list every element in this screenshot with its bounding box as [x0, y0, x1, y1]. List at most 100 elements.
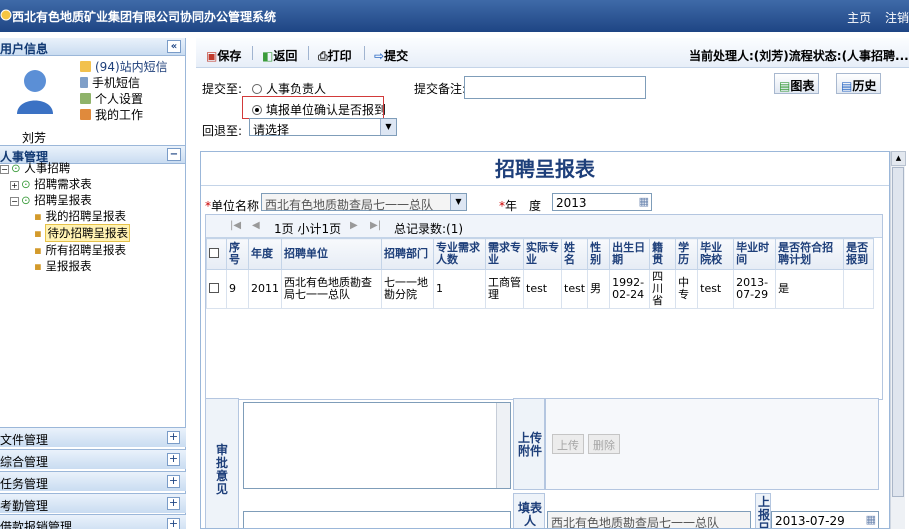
work-icon [80, 109, 91, 120]
accordion-attendance[interactable]: 考勤管理 + [0, 493, 186, 513]
chart-button[interactable]: ▤图表 [774, 73, 820, 94]
chevron-down-icon[interactable]: ▼ [450, 194, 466, 210]
radio-hr[interactable] [252, 84, 262, 94]
save-button[interactable]: ▣保存 [206, 47, 241, 64]
scroll-thumb[interactable] [892, 167, 904, 497]
tree-leaf-submit-report[interactable]: ▪ 呈报报表 [0, 258, 186, 274]
tree-node-demand[interactable]: + ⊙ 招聘需求表 [0, 176, 186, 192]
expand-icon[interactable]: + [167, 497, 180, 510]
first-page-icon[interactable]: |◀ [230, 220, 241, 231]
upload-button[interactable]: 上传 [552, 434, 584, 454]
my-work-link[interactable]: 我的工作 [80, 107, 168, 123]
print-button[interactable]: ⎙打印 [318, 47, 352, 64]
accordion-general[interactable]: 综合管理 + [0, 449, 186, 469]
user-name: 刘芳 [22, 131, 47, 145]
main-content: ▣保存 ◧返回 ⎙打印 ⇨提交 当前处理人:(刘芳)流程状态:(人事招聘... … [196, 38, 909, 529]
mail-icon [80, 61, 91, 72]
accordion-file[interactable]: 文件管理 + [0, 427, 186, 447]
col-header: 年度 [248, 238, 282, 270]
chevron-down-icon[interactable]: ▼ [380, 119, 396, 135]
accordion-task[interactable]: 任务管理 + [0, 471, 186, 491]
col-header: 是否报到 [843, 238, 875, 270]
back-button[interactable]: ◧返回 [262, 47, 297, 64]
expand-icon[interactable]: + [167, 475, 180, 488]
toolbar-divider [364, 46, 365, 60]
remark-input[interactable] [464, 76, 646, 99]
col-header: 毕业院校 [697, 238, 735, 270]
cell: test [560, 269, 589, 309]
option-hr[interactable]: 人事负责人 [252, 80, 326, 97]
cell: 男 [587, 269, 611, 309]
approval-label: 审批意见 [205, 398, 239, 528]
prev-page-icon[interactable]: ◀ [252, 220, 260, 231]
save-icon: ▣ [206, 49, 218, 63]
folder-icon: ⊙ [11, 161, 21, 175]
print-icon: ⎙ [318, 49, 328, 63]
approver-input[interactable] [243, 511, 511, 528]
mobile-sms-link[interactable]: 手机短信 [80, 75, 168, 91]
tree-leaf-pending-report[interactable]: ▪ 待办招聘呈报表 [0, 224, 186, 242]
select-all-checkbox[interactable] [209, 247, 219, 258]
year-input[interactable]: 2013 ▦ [552, 193, 652, 211]
cell: 9 [226, 269, 249, 309]
delete-button[interactable]: 删除 [588, 434, 620, 454]
scroll-up-icon[interactable]: ▲ [891, 151, 906, 166]
expand-icon[interactable]: + [167, 431, 180, 444]
submit-button[interactable]: ⇨提交 [374, 47, 408, 64]
tree-node-report[interactable]: − ⊙ 招聘呈报表 [0, 192, 186, 208]
back-icon: ◧ [262, 49, 274, 63]
collapse-icon[interactable]: − [10, 197, 19, 206]
toolbar: ▣保存 ◧返回 ⎙打印 ⇨提交 当前处理人:(刘芳)流程状态:(人事招聘... [196, 38, 909, 68]
leaf-icon: ▪ [34, 226, 42, 240]
toolbar-divider [252, 46, 253, 60]
tree-leaf-my-report[interactable]: ▪ 我的招聘呈报表 [0, 208, 186, 224]
upload-area: 上传 删除 [545, 398, 879, 490]
sms-inbox-link[interactable]: (94)站内短信 [80, 59, 168, 75]
table-row[interactable]: 9 2011 西北有色地质勘查局七一一总队 七一一地勘分院 1 工商管理 tes… [206, 269, 875, 309]
cell: 西北有色地质勘查局七一一总队 [281, 269, 382, 309]
user-box: 刘芳 (94)站内短信 手机短信 个人设置 我的工作 [0, 56, 185, 146]
last-page-icon[interactable]: ▶| [370, 220, 381, 231]
col-header: 招聘单位 [281, 238, 382, 270]
col-header: 出生日期 [609, 238, 651, 270]
col-header: 姓名 [560, 238, 589, 270]
pager: |◀ ◀ 1页 小计1页 ▶ ▶| 总记录数:(1) [206, 215, 882, 238]
accordion-expense[interactable]: 借款报销管理 + [0, 514, 186, 529]
tree-root[interactable]: − ⊙ 人事招聘 [0, 160, 186, 176]
logout-link[interactable]: 注销 [885, 11, 909, 25]
home-link[interactable]: 主页 [847, 11, 871, 25]
report-date-input[interactable]: 2013-07-29 ▦ [771, 511, 879, 528]
settings-icon [80, 93, 91, 104]
approval-section: 审批意见 上传附件 上传 删除 填表人 西北有色地质勘查局七一一总队 上报日 2… [205, 398, 883, 528]
unit-select[interactable]: 西北有色地质勘查局七一一总队 ▼ [261, 193, 467, 212]
highlight-box [242, 96, 384, 119]
collapse-icon[interactable]: − [0, 165, 9, 174]
cell: 七一一地勘分院 [381, 269, 434, 309]
tree-leaf-all-report[interactable]: ▪ 所有招聘呈报表 [0, 242, 186, 258]
cell: test [523, 269, 562, 309]
personal-settings-link[interactable]: 个人设置 [80, 91, 168, 107]
fill-unit-input[interactable]: 西北有色地质勘查局七一一总队 [547, 511, 751, 528]
total-count: 总记录数:(1) [394, 222, 464, 236]
calendar-icon[interactable]: ▦ [639, 195, 649, 208]
approval-textarea[interactable] [243, 402, 511, 489]
expand-icon[interactable]: + [10, 181, 19, 190]
col-header: 籍贯 [649, 238, 677, 270]
history-button[interactable]: ▤历史 [836, 73, 882, 94]
expand-icon[interactable]: + [167, 518, 180, 529]
calendar-icon[interactable]: ▦ [866, 513, 876, 526]
expand-icon[interactable]: + [167, 453, 180, 466]
return-select[interactable]: 请选择 ▼ [249, 118, 397, 137]
page-scrollbar[interactable]: ▲ [890, 151, 906, 529]
textarea-scrollbar[interactable] [496, 403, 510, 488]
history-icon: ▤ [841, 79, 853, 93]
leaf-icon: ▪ [34, 243, 42, 257]
next-page-icon[interactable]: ▶ [350, 220, 358, 231]
row-checkbox[interactable] [209, 282, 219, 293]
collapse-sidebar-button[interactable]: « [167, 40, 181, 53]
report-panel: 招聘呈报表 *单位名称 西北有色地质勘查局七一一总队 ▼ *年 度 2013 ▦… [200, 151, 890, 529]
folder-icon: ⊙ [21, 193, 31, 207]
app-title: 西北有色地质矿业集团有限公司协同办公管理系统 [12, 10, 277, 24]
cell: test [697, 269, 735, 309]
toolbar-divider [308, 46, 309, 60]
